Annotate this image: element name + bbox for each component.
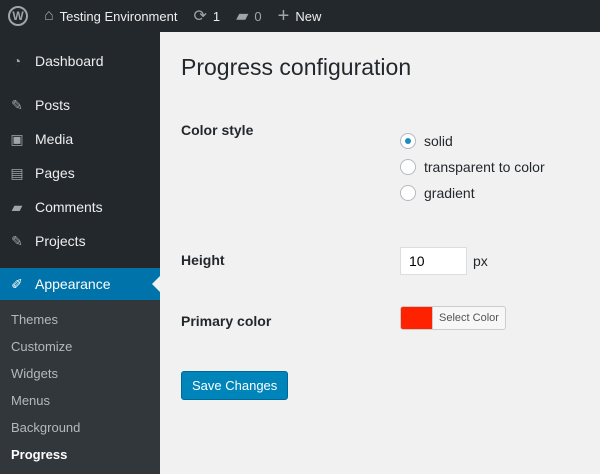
updates-count: 1 <box>212 8 221 24</box>
radio-solid[interactable]: solid <box>400 128 545 154</box>
color-swatch <box>401 307 432 329</box>
page-title: Progress configuration <box>181 54 412 80</box>
refresh-icon: ⟳ <box>193 8 207 25</box>
primary-color-label: Primary color <box>181 313 272 329</box>
height-input[interactable] <box>400 247 467 275</box>
radio-button[interactable] <box>400 133 416 149</box>
color-style-label: Color style <box>181 122 254 138</box>
color-picker-button[interactable]: Select Color <box>400 306 506 330</box>
sidebar-item-label: Pages <box>35 165 75 181</box>
appearance-submenu: Themes Customize Widgets Menus Backgroun… <box>0 300 160 474</box>
updates-link[interactable]: ⟳ 1 <box>185 0 228 32</box>
wordpress-logo[interactable]: W <box>0 0 36 32</box>
submenu-progress[interactable]: Progress <box>0 441 160 468</box>
submenu-menus[interactable]: Menus <box>0 387 160 414</box>
comment-icon: ▰ <box>11 198 23 215</box>
submenu-widgets[interactable]: Widgets <box>0 360 160 387</box>
admin-bar: W ⌂ Testing Environment ⟳ 1 ▰ 0 + New <box>0 0 600 32</box>
color-style-radios: solid transparent to color gradient <box>400 128 545 206</box>
site-name: Testing Environment <box>59 8 178 24</box>
media-icon: ▣ <box>10 130 24 147</box>
submenu-themes[interactable]: Themes <box>0 306 160 333</box>
sidebar-item-appearance[interactable]: ✐ Appearance <box>0 268 160 300</box>
height-label: Height <box>181 252 225 268</box>
radio-button[interactable] <box>400 159 416 175</box>
site-name-link[interactable]: ⌂ Testing Environment <box>36 0 185 32</box>
dashboard-icon: ◔ <box>12 53 22 69</box>
home-icon: ⌂ <box>44 7 54 24</box>
comments-link[interactable]: ▰ 0 <box>228 0 270 32</box>
sidebar-item-label: Posts <box>35 97 71 113</box>
radio-label: transparent to color <box>424 159 545 175</box>
height-unit: px <box>473 253 488 269</box>
plus-icon: + <box>277 4 290 27</box>
radio-button[interactable] <box>400 185 416 201</box>
submenu-background[interactable]: Background <box>0 414 160 441</box>
pin-icon: ✎ <box>11 232 23 249</box>
comments-count: 0 <box>254 8 262 24</box>
new-label: New <box>295 8 322 24</box>
radio-label: gradient <box>424 185 475 201</box>
sidebar-item-label: Media <box>35 131 74 147</box>
sidebar-item-dashboard[interactable]: ◔ Dashboard <box>0 44 160 78</box>
admin-sidebar: ◔ Dashboard ✎ Posts ▣ Media ▤ Pages ▰ Comment… <box>0 32 160 474</box>
radio-transparent[interactable]: transparent to color <box>400 154 545 180</box>
sidebar-item-label: Comments <box>35 199 103 215</box>
main-content: Progress configuration Color style solid… <box>181 32 591 400</box>
sidebar-item-posts[interactable]: ✎ Posts <box>0 88 160 122</box>
radio-gradient[interactable]: gradient <box>400 180 545 206</box>
select-color-label: Select Color <box>432 307 505 329</box>
submenu-customize[interactable]: Customize <box>0 333 160 360</box>
pages-icon: ▤ <box>10 164 24 181</box>
save-changes-button[interactable]: Save Changes <box>181 371 289 400</box>
sidebar-item-label: Appearance <box>35 276 111 292</box>
radio-label: solid <box>424 133 453 149</box>
wordpress-icon: W <box>8 6 28 26</box>
new-content-link[interactable]: + New <box>270 0 330 32</box>
sidebar-item-label: Projects <box>35 233 86 249</box>
brush-icon: ✐ <box>11 275 23 292</box>
comment-icon: ▰ <box>236 8 249 25</box>
pin-icon: ✎ <box>11 96 23 113</box>
sidebar-item-comments[interactable]: ▰ Comments <box>0 190 160 224</box>
sidebar-item-projects[interactable]: ✎ Projects <box>0 224 160 258</box>
sidebar-item-media[interactable]: ▣ Media <box>0 122 160 156</box>
sidebar-item-pages[interactable]: ▤ Pages <box>0 156 160 190</box>
sidebar-item-label: Dashboard <box>35 53 104 69</box>
